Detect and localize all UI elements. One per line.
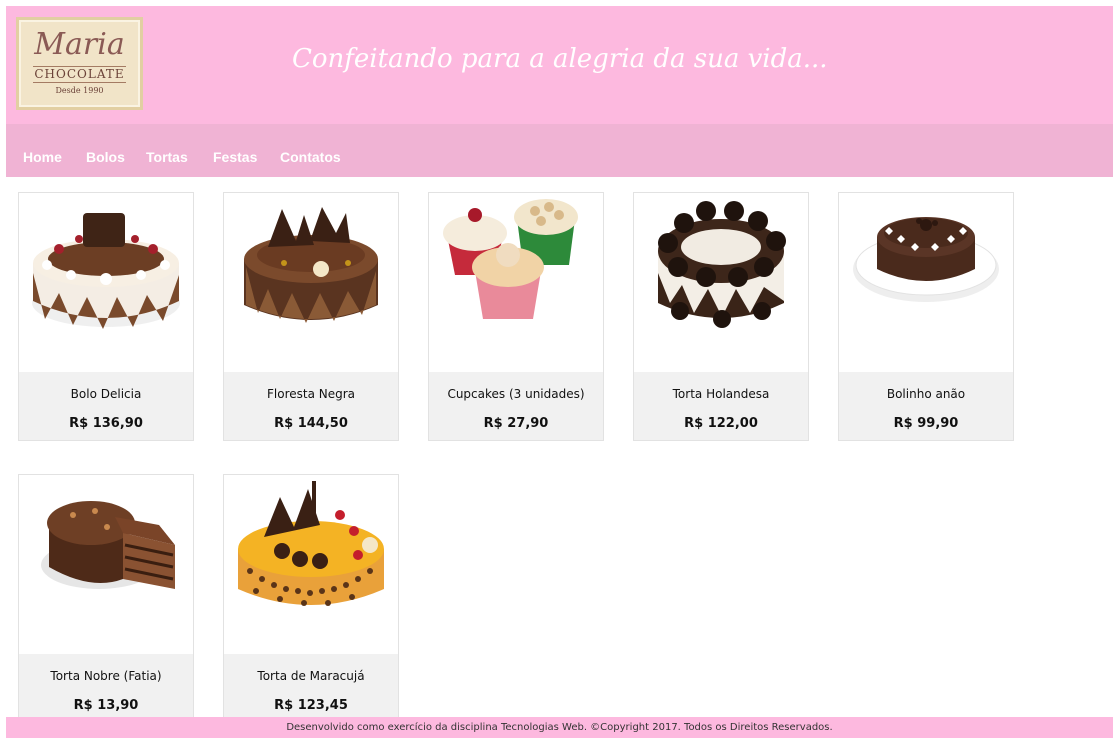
logo-script-text: Maria [34, 27, 125, 62]
product-card[interactable]: Cupcakes (3 unidades) R$ 27,90 [428, 192, 604, 441]
product-card[interactable]: Torta de Maracujá R$ 123,45 [223, 474, 399, 723]
product-info: Cupcakes (3 unidades) R$ 27,90 [429, 372, 603, 440]
nav-item-contatos[interactable]: Contatos [280, 150, 341, 164]
nav-item-tortas[interactable]: Tortas [146, 150, 188, 164]
product-info: Floresta Negra R$ 144,50 [224, 372, 398, 440]
product-image[interactable] [839, 193, 1013, 372]
logo-since-text: Desde 1990 [55, 86, 104, 95]
product-card[interactable]: Bolo Delicia R$ 136,90 [18, 192, 194, 441]
nav-item-home[interactable]: Home [23, 150, 62, 164]
product-info: Bolinho anão R$ 99,90 [839, 372, 1013, 440]
product-image[interactable] [429, 193, 603, 372]
product-price: R$ 122,00 [684, 416, 758, 431]
product-price: R$ 136,90 [69, 416, 143, 431]
product-image[interactable] [19, 475, 193, 654]
product-image[interactable] [634, 193, 808, 372]
product-price: R$ 123,45 [274, 698, 348, 713]
site-header: Maria CHOCOLATE Desde 1990 Confeitando p… [6, 6, 1113, 124]
product-price: R$ 99,90 [893, 416, 959, 431]
product-name[interactable]: Torta Holandesa [634, 387, 808, 401]
product-image[interactable] [19, 193, 193, 372]
product-name[interactable]: Torta Nobre (Fatia) [19, 669, 193, 683]
product-image[interactable] [224, 475, 398, 654]
main-nav: Home Bolos Tortas Festas Contatos [6, 124, 1113, 177]
product-name[interactable]: Floresta Negra [224, 387, 398, 401]
product-price: R$ 144,50 [274, 416, 348, 431]
product-info: Torta de Maracujá R$ 123,45 [224, 654, 398, 722]
product-price: R$ 27,90 [483, 416, 549, 431]
product-price: R$ 13,90 [73, 698, 139, 713]
product-info: Torta Holandesa R$ 122,00 [634, 372, 808, 440]
product-card[interactable]: Torta Nobre (Fatia) R$ 13,90 [18, 474, 194, 723]
product-card[interactable]: Bolinho anão R$ 99,90 [838, 192, 1014, 441]
product-name[interactable]: Bolinho anão [839, 387, 1013, 401]
tagline: Confeitando para a alegria da sua vida..… [292, 44, 828, 74]
product-info: Torta Nobre (Fatia) R$ 13,90 [19, 654, 193, 722]
footer-text: Desenvolvido como exercício da disciplin… [286, 722, 833, 733]
page: Maria CHOCOLATE Desde 1990 Confeitando p… [6, 6, 1113, 738]
product-name[interactable]: Bolo Delicia [19, 387, 193, 401]
product-name[interactable]: Torta de Maracujá [224, 669, 398, 683]
product-image[interactable] [224, 193, 398, 372]
product-card[interactable]: Floresta Negra R$ 144,50 [223, 192, 399, 441]
nav-item-festas[interactable]: Festas [213, 150, 257, 164]
product-info: Bolo Delicia R$ 136,90 [19, 372, 193, 440]
logo-caps-text: CHOCOLATE [33, 66, 126, 83]
product-name[interactable]: Cupcakes (3 unidades) [429, 387, 603, 401]
logo[interactable]: Maria CHOCOLATE Desde 1990 [16, 17, 143, 110]
product-card[interactable]: Torta Holandesa R$ 122,00 [633, 192, 809, 441]
nav-item-bolos[interactable]: Bolos [86, 150, 125, 164]
site-footer: Desenvolvido como exercício da disciplin… [6, 717, 1113, 738]
